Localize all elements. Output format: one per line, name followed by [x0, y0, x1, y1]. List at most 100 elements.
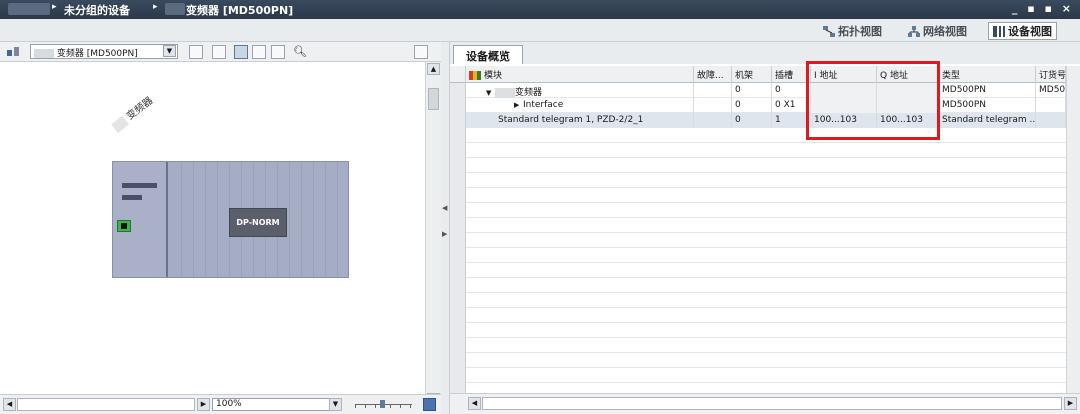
chevron-down-icon[interactable]: ▼ — [329, 398, 342, 411]
scroll-left-icon[interactable]: ◀ — [468, 397, 481, 410]
canvas-vertical-scrollbar[interactable]: ▲ ▼ — [425, 62, 441, 405]
zoom-value: 100% — [216, 399, 242, 409]
canvas-bottom-bar: ◀ ▶ 100% ▼ — [0, 394, 441, 414]
show-overview-icon[interactable] — [414, 45, 428, 59]
column-module-label: 模块 — [484, 71, 503, 81]
scroll-thumb[interactable] — [428, 88, 439, 110]
cell-q-address[interactable] — [877, 98, 939, 113]
head-module[interactable] — [113, 162, 168, 277]
cell-rack: 0 — [732, 98, 772, 113]
device-view-panel: 变频器 [MD500PN] ▼ 🔍︎ 变频器 DP-NORM ▲ ▼ — [0, 42, 441, 414]
tab-topology-label: 拓扑视图 — [838, 25, 882, 38]
show-module-labels-icon[interactable] — [189, 45, 203, 59]
module-indicator — [122, 195, 142, 200]
column-fault[interactable]: 故障... — [694, 66, 732, 83]
show-pointer-icon[interactable] — [234, 45, 248, 59]
device-view-toolbar: 变频器 [MD500PN] ▼ 🔍︎ — [0, 42, 441, 62]
module-indicator — [122, 183, 157, 188]
page-break-icon[interactable] — [271, 45, 285, 59]
chevron-down-icon[interactable]: ▼ — [163, 45, 176, 57]
zoom-icon[interactable]: 🔍︎ — [293, 45, 307, 59]
cell-i-address[interactable] — [811, 98, 877, 113]
column-type[interactable]: 类型 — [939, 66, 1036, 83]
tab-device-label: 设备视图 — [1008, 25, 1052, 38]
column-module[interactable]: 模块 — [466, 66, 694, 83]
scroll-right-icon[interactable]: ▶ — [197, 398, 210, 411]
table-row[interactable]: ▶ Interface 0 0 X1 MD500PN — [450, 98, 1066, 113]
device-rack[interactable]: DP-NORM — [112, 161, 349, 278]
device-canvas[interactable]: 变频器 DP-NORM — [0, 62, 425, 384]
device-selector[interactable]: 变频器 [MD500PN] — [30, 44, 178, 59]
table-horizontal-scrollbar[interactable] — [482, 397, 1062, 410]
expand-right-icon[interactable]: ▶ — [514, 101, 523, 109]
cell-i-address[interactable] — [811, 83, 877, 98]
scroll-up-icon[interactable]: ▲ — [427, 63, 440, 75]
panel-splitter[interactable]: ◀ ▶ — [441, 42, 450, 414]
scroll-right-icon[interactable]: ▶ — [1064, 397, 1077, 410]
dp-norm-module[interactable]: DP-NORM — [229, 208, 287, 237]
overview-navigation-icon[interactable] — [423, 398, 436, 411]
cell-slot: 0 X1 — [772, 98, 811, 113]
column-slot[interactable]: 插槽 — [772, 66, 811, 83]
redacted-device-prefix — [110, 115, 129, 133]
device-selector-value: 变频器 [MD500PN] — [56, 49, 138, 59]
header-spacer — [450, 66, 466, 83]
slider-tick — [400, 405, 401, 408]
column-order-number[interactable]: 订货号 — [1036, 66, 1066, 83]
breadcrumb-device[interactable]: 变频器 [MD500PN] — [186, 2, 293, 18]
column-q-address[interactable]: Q 地址 — [877, 66, 939, 83]
table-header: 模块 故障... 机架 插槽 I 地址 Q 地址 类型 订货号 — [450, 66, 1080, 83]
zoom-select[interactable]: 100% — [212, 398, 342, 411]
redacted-device-prefix — [165, 3, 185, 15]
device-name-text: 变频器 — [124, 95, 156, 123]
redacted-device-prefix — [34, 48, 54, 58]
cell-order-number — [1036, 113, 1066, 128]
table-vertical-scrollbar[interactable] — [1066, 66, 1080, 393]
expand-down-icon[interactable]: ▼ — [486, 89, 495, 97]
cell-rack: 0 — [732, 83, 772, 98]
cell-i-address[interactable]: 100...103 — [811, 113, 877, 128]
show-grid-icon[interactable] — [252, 45, 266, 59]
tab-device-overview[interactable]: 设备概览 — [453, 45, 523, 64]
cell-rack: 0 — [732, 113, 772, 128]
ethernet-port-icon[interactable] — [117, 220, 131, 232]
cell-type: MD500PN — [939, 83, 1036, 98]
scroll-left-icon[interactable]: ◀ — [3, 398, 16, 411]
redacted-device-prefix — [495, 87, 515, 98]
row-selector-column[interactable] — [450, 83, 466, 393]
slider-knob[interactable] — [380, 400, 385, 408]
cell-order-number: MD500... — [1036, 83, 1066, 98]
table-bottom-bar: ◀ ▶ — [450, 393, 1080, 414]
column-rack[interactable]: 机架 — [732, 66, 772, 83]
device-overview-panel: 设备概览 模块 故障... 机架 插槽 I 地址 Q 地址 类型 订货号 ▼ 变频… — [450, 42, 1080, 414]
tab-topology-view[interactable]: 拓扑视图 — [818, 22, 887, 40]
canvas-horizontal-scrollbar[interactable] — [17, 398, 195, 411]
tab-device-view[interactable]: 设备视图 — [988, 22, 1057, 40]
breadcrumb-ungrouped-devices[interactable]: 未分组的设备 — [64, 2, 130, 18]
tab-network-view[interactable]: 网络视图 — [903, 22, 972, 40]
view-tab-bar: 拓扑视图 网络视图 设备视图 — [0, 19, 1080, 42]
table-row[interactable]: ▼ 变频器 0 0 MD500PN MD500... — [450, 83, 1066, 98]
cell-module: ▼ 变频器 — [466, 83, 694, 98]
breadcrumb-arrow-icon: ▸ — [52, 2, 57, 12]
window-controls[interactable]: _ ▪ ▪ × — [1012, 2, 1074, 15]
network-properties-icon[interactable] — [6, 45, 20, 59]
cell-module-text: 变频器 — [515, 88, 543, 98]
cell-q-address[interactable]: 100...103 — [877, 113, 939, 128]
zoom-slider[interactable] — [355, 400, 412, 408]
overview-table-body[interactable]: ▼ 变频器 0 0 MD500PN MD500... ▶Interface 0 0… — [450, 83, 1066, 393]
column-i-address[interactable]: I 地址 — [811, 66, 877, 83]
cell-slot: 0 — [772, 83, 811, 98]
overview-tab-bar: 设备概览 — [450, 42, 1080, 64]
show-io-tags-icon[interactable] — [212, 45, 226, 59]
cell-slot: 1 — [772, 113, 811, 128]
redacted-project-name — [8, 3, 50, 15]
collapse-left-icon[interactable]: ◀ — [442, 204, 447, 212]
cell-module-text: Interface — [523, 100, 564, 110]
breadcrumb-arrow-icon: ▸ — [153, 2, 158, 12]
slider-tick — [390, 405, 391, 408]
cell-q-address[interactable] — [877, 83, 939, 98]
collapse-right-icon[interactable]: ▶ — [442, 230, 447, 238]
table-row[interactable]: Standard telegram 1, PZD-2/2_1 0 1 100..… — [450, 113, 1066, 128]
cell-fault — [694, 113, 732, 128]
